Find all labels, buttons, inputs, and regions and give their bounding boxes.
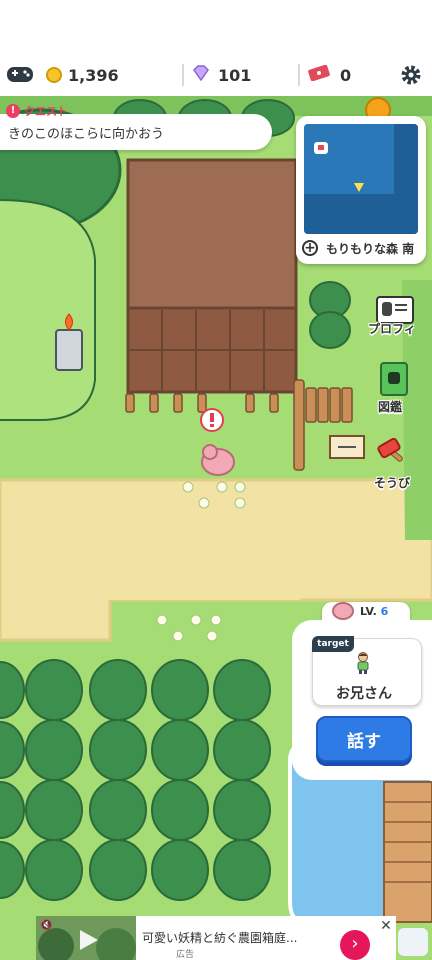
- npc-avatar: [356, 652, 370, 674]
- coin-value: 1,396: [68, 65, 119, 85]
- level-value: 6: [380, 605, 389, 618]
- pig-avatar: [332, 602, 354, 620]
- profile-label: プロフィ: [368, 322, 416, 336]
- zoom-plus-icon[interactable]: +: [302, 240, 318, 256]
- target-tag: target: [312, 636, 354, 652]
- encyclopedia-label: 図鑑: [378, 400, 403, 414]
- level-label: LV.: [360, 605, 377, 618]
- talk-button[interactable]: 話す: [316, 716, 412, 762]
- ad-sponsor-label: 広告: [176, 950, 195, 960]
- target-name: お兄さん: [336, 686, 392, 702]
- profile-button[interactable]: プロフィ: [366, 294, 424, 338]
- gem-icon: [192, 65, 210, 85]
- book-icon: [380, 362, 408, 396]
- ad-arrow-icon[interactable]: ›: [340, 930, 370, 960]
- ticket-icon: [308, 64, 330, 85]
- area-name: もりもりな森 南: [326, 242, 415, 256]
- encyclopedia-button[interactable]: 図鑑: [366, 362, 424, 416]
- divider: [298, 64, 300, 86]
- quest-label: クエスト: [24, 105, 68, 118]
- level-text: LV. 6: [360, 605, 388, 618]
- alert-icon: !: [6, 104, 20, 118]
- ad-title: 可愛い妖精と紡ぐ農園箱庭...: [142, 931, 298, 945]
- close-icon[interactable]: ✕: [378, 918, 394, 934]
- divider: [182, 64, 184, 86]
- equipment-button[interactable]: そうび: [366, 437, 424, 492]
- ticket-counter: 0: [308, 62, 351, 88]
- hammer-icon: [376, 437, 412, 472]
- mute-icon[interactable]: 🔇: [40, 920, 52, 932]
- gem-counter: 101: [192, 62, 251, 88]
- ticket-value: 0: [340, 65, 352, 85]
- coin-counter: 1,396: [46, 62, 119, 88]
- minimap-view: [304, 124, 418, 234]
- coin-icon: [46, 67, 62, 83]
- gamepad-icon[interactable]: [6, 62, 34, 86]
- coin-shortcut-icon[interactable]: [398, 928, 428, 956]
- gear-icon[interactable]: [400, 64, 422, 86]
- equipment-label: そうび: [374, 476, 411, 490]
- quest-objective: きのこのほこらに向かおう: [8, 127, 165, 142]
- gem-value: 101: [218, 65, 252, 85]
